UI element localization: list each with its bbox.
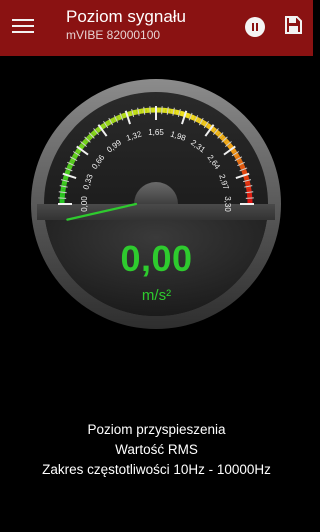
gauge-tick-label: 1,65	[148, 128, 164, 137]
save-floppy-icon	[285, 16, 302, 34]
menu-button[interactable]	[12, 16, 34, 38]
gauge-tick-label: 3,30	[223, 196, 232, 212]
page-title: Poziom sygnału	[66, 7, 187, 26]
gauge-unit: m/s²	[141, 287, 172, 304]
info-quantity: Poziom przyspieszenia	[87, 422, 226, 437]
gauge-value: 0,00	[120, 238, 193, 279]
hamburger-menu-icon	[12, 19, 34, 33]
device-subtitle: mVIBE 82000100	[66, 28, 161, 42]
gauge-minor-tick	[245, 197, 254, 199]
info-frequency-range: Zakres częstotliwości 10Hz - 10000Hz	[42, 462, 271, 477]
pause-button[interactable]	[245, 17, 265, 37]
measurement-info: Poziom przyspieszenia Wartość RMS Zakres…	[0, 420, 313, 480]
info-metric: Wartość RMS	[115, 442, 198, 457]
app-bar: Poziom sygnału mVIBE 82000100	[0, 0, 313, 56]
gauge-minor-tick	[58, 197, 67, 199]
gauge-minor-tick	[149, 106, 151, 115]
app-bar-titles: Poziom sygnału mVIBE 82000100	[66, 6, 186, 44]
gauge-minor-tick	[161, 106, 163, 115]
save-button[interactable]	[283, 15, 305, 37]
gauge-tick-label: 0,00	[80, 196, 89, 212]
